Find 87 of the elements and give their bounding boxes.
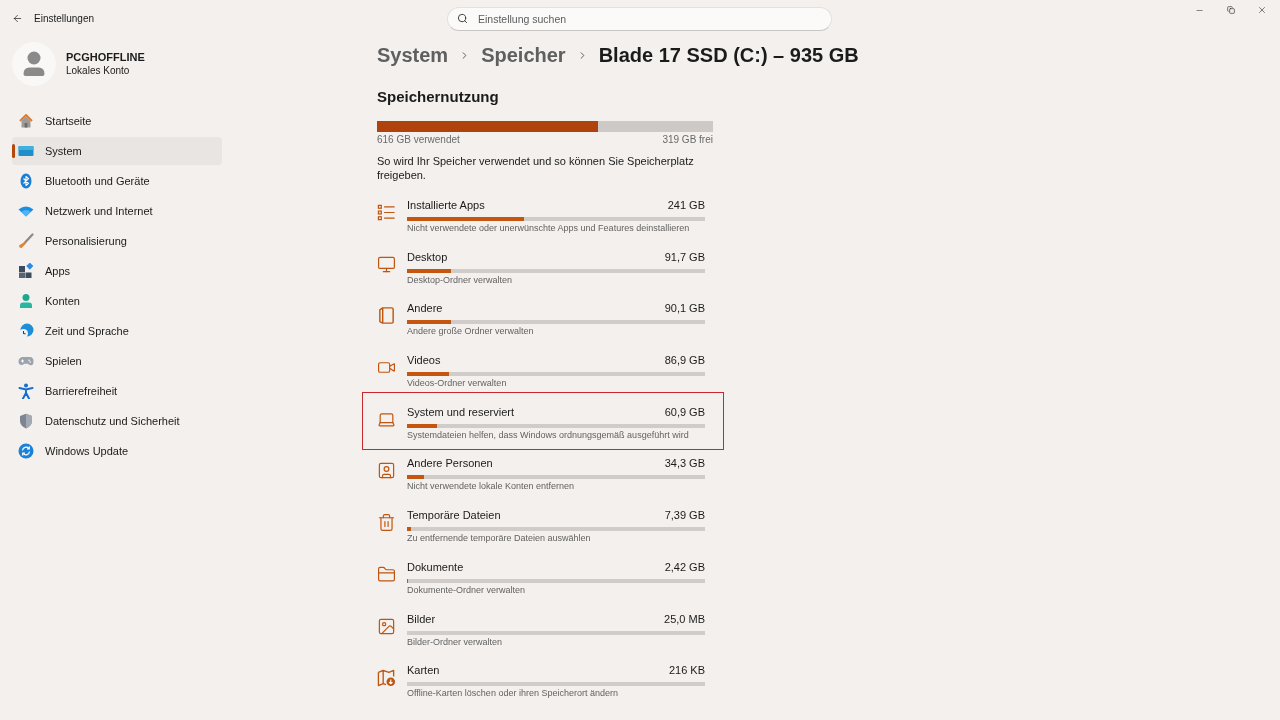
nav-item[interactable]: Netzwerk und Internet [12, 197, 222, 225]
selection-indicator [12, 144, 15, 158]
category-hint: Bilder-Ordner verwalten [407, 635, 504, 649]
window-title: Einstellungen [34, 11, 95, 26]
apps-grid-icon [18, 263, 34, 279]
page-title: Blade 17 SSD (C:) – 935 GB [598, 43, 859, 68]
nav-item[interactable]: Startseite [12, 107, 222, 135]
display-icon [18, 143, 34, 159]
close-icon [1256, 5, 1267, 15]
search-field[interactable]: Einstellung suchen [447, 7, 832, 31]
category-row[interactable]: Installierte Apps 241 GB Nicht verwendete oder unerwünschte Apps und Features deinstallieren [377, 197, 705, 249]
list-icon [377, 203, 396, 222]
trash-icon [377, 513, 396, 533]
category-row[interactable]: Andere Personen 34,3 GB Nicht verwendete lokale Konten entfernen [377, 455, 705, 508]
category-name: Andere [407, 301, 443, 317]
free-space-label: 319 GB frei [662, 133, 713, 147]
category-name: Installierte Apps [407, 198, 485, 213]
category-hint: Zu entfernende temporäre Dateien auswählen [407, 532, 592, 546]
nav-item[interactable]: Konten [12, 287, 222, 315]
category-size: 7,39 GB [664, 508, 705, 524]
used-space-label: 616 GB verwendet [377, 133, 460, 147]
nav-item[interactable]: Datenschutz und Sicherheit [12, 407, 222, 435]
category-row[interactable]: Karten 216 KB Offline-Karten löschen oder ihren Speicherort ändern [377, 662, 705, 714]
category-hint: Offline-Karten löschen oder ihren Speicherort ändern [407, 687, 619, 701]
category-hint: Nicht verwendete lokale Konten entfernen [407, 480, 576, 494]
image-icon [377, 616, 396, 636]
section-title: Speichernutzung [377, 87, 499, 107]
category-size: 86,9 GB [664, 353, 705, 369]
accessibility-icon [18, 383, 34, 399]
category-row[interactable]: Bilder 25,0 MB Bilder-Ordner verwalten [377, 610, 705, 663]
category-hint: Systemdateien helfen, dass Windows ordnungsgemäß ausgeführt wird [407, 428, 690, 442]
category-hint: Dokumente-Ordner verwalten [407, 583, 527, 597]
account-name: PCGHOFFLINE [66, 50, 145, 64]
category-name: Temporäre Dateien [407, 508, 501, 524]
restore-icon [1226, 6, 1235, 14]
category-row[interactable]: Andere 90,1 GB Andere große Ordner verwalten [377, 300, 705, 353]
category-name: System und reserviert [407, 404, 514, 420]
category-name: Andere Personen [407, 456, 493, 472]
booklet-icon [377, 306, 396, 326]
bluetooth-icon [18, 173, 34, 189]
category-name: Desktop [407, 249, 448, 265]
category-name: Bilder [407, 611, 436, 627]
nav-item[interactable]: Apps [12, 257, 222, 285]
category-hint: Nicht verwendete oder unerwünschte Apps und Features deinstallieren [407, 222, 691, 235]
nav-item[interactable]: Zeit und Sprache [12, 317, 222, 345]
category-row[interactable]: Dokumente 2,42 GB Dokumente-Ordner verwalten [377, 558, 705, 611]
breadcrumb-link[interactable]: System [377, 40, 449, 70]
category-size: 90,1 GB [664, 301, 705, 317]
sync-icon [18, 443, 34, 459]
storage-description: So wird Ihr Speicher verwendet und so können Sie Speicherplatz freigeben. [377, 154, 695, 182]
nav-item[interactable]: Personalisierung [12, 227, 222, 255]
category-name: Videos [407, 353, 441, 369]
person-icon [18, 293, 34, 309]
avatar-icon [12, 42, 56, 86]
category-hint: Videos-Ordner verwalten [407, 377, 508, 391]
category-size: 25,0 MB [664, 611, 705, 627]
map-download-icon [377, 668, 396, 688]
category-name: Karten [407, 663, 440, 679]
category-row[interactable]: Desktop 91,7 GB Desktop-Ordner verwalten [377, 248, 705, 301]
nav-item[interactable]: System [12, 137, 222, 165]
search-icon [457, 12, 468, 24]
category-row[interactable]: Temporäre Dateien 7,39 GB Zu entfernende temporäre Dateien auswählen [377, 507, 705, 559]
nav-item[interactable]: Windows Update [12, 437, 222, 465]
globe-clock-icon [18, 323, 34, 339]
category-size: 2,42 GB [664, 559, 705, 575]
account-type: Lokales Konto [66, 64, 131, 78]
category-hint: Andere große Ordner verwalten [407, 325, 535, 339]
category-size: 34,3 GB [664, 456, 705, 472]
shield-icon [18, 413, 34, 429]
nav-item[interactable]: Barrierefreiheit [12, 377, 222, 405]
category-size: 241 GB [667, 198, 705, 213]
breadcrumb-link[interactable]: Speicher [481, 40, 566, 70]
category-size: 91,7 GB [664, 249, 705, 265]
brush-icon [18, 233, 34, 249]
back-arrow-icon [12, 12, 23, 24]
category-name: Dokumente [407, 559, 464, 575]
category-size: 216 KB [668, 663, 705, 679]
category-size: 60,9 GB [664, 404, 705, 420]
nav-item[interactable]: Spielen [12, 347, 222, 375]
user-square-icon [377, 461, 396, 481]
monitor-icon [377, 254, 396, 274]
category-hint: Desktop-Ordner verwalten [407, 273, 514, 287]
home-icon [18, 113, 34, 129]
nav-item[interactable]: Bluetooth und Geräte [12, 167, 222, 195]
category-row[interactable]: Videos 86,9 GB Videos-Ordner verwalten [377, 352, 705, 404]
category-row[interactable]: System und reserviert 60,9 GB Systemdateien helfen, dass Windows ordnungsgemäß ausgeführt wird [377, 403, 705, 456]
folder-icon [377, 564, 396, 584]
